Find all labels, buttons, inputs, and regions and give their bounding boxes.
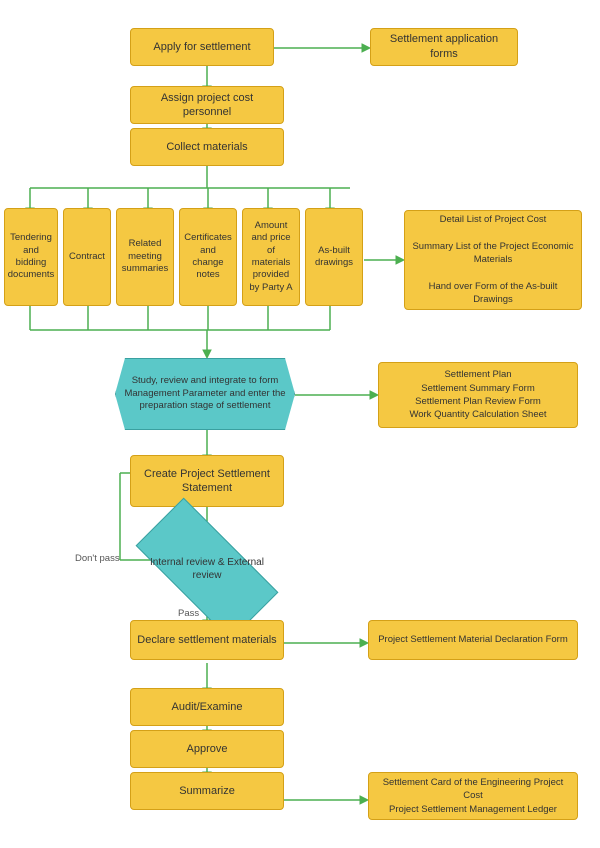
tendering-node: Tendering and bidding documents — [4, 208, 58, 306]
settlement-plan-node: Settlement Plan Settlement Summary Form … — [378, 362, 578, 428]
audit-node: Audit/Examine — [130, 688, 284, 726]
asbuilt-node: As-built drawings — [305, 208, 363, 306]
study-node: Study, review and integrate to form Mana… — [115, 358, 295, 430]
internal-review-node: Internal review & External review — [140, 535, 274, 603]
contract-node: Contract — [63, 208, 111, 306]
amount-node: Amount and price of materials provided b… — [242, 208, 300, 306]
declare-node: Declare settlement materials — [130, 620, 284, 660]
approve-node: Approve — [130, 730, 284, 768]
dont-pass-label: Don't pass — [75, 553, 120, 564]
pass-label: Pass — [178, 608, 199, 619]
assign-node: Assign project cost personnel — [130, 86, 284, 124]
summarize-node: Summarize — [130, 772, 284, 810]
settlement-card-node: Settlement Card of the Engineering Proje… — [368, 772, 578, 820]
create-node: Create Project Settlement Statement — [130, 455, 284, 507]
internal-review-text: Internal review & External review — [140, 552, 274, 586]
flowchart: Apply for settlement Settlement applicat… — [0, 0, 600, 848]
declaration-form-node: Project Settlement Material Declaration … — [368, 620, 578, 660]
collect-node: Collect materials — [130, 128, 284, 166]
certificates-node: Certificates and change notes — [179, 208, 237, 306]
settlement-forms-node: Settlement application forms — [370, 28, 518, 66]
meeting-node: Related meeting summaries — [116, 208, 174, 306]
apply-node: Apply for settlement — [130, 28, 274, 66]
detail-list-node: Detail List of Project Cost Summary List… — [404, 210, 582, 310]
